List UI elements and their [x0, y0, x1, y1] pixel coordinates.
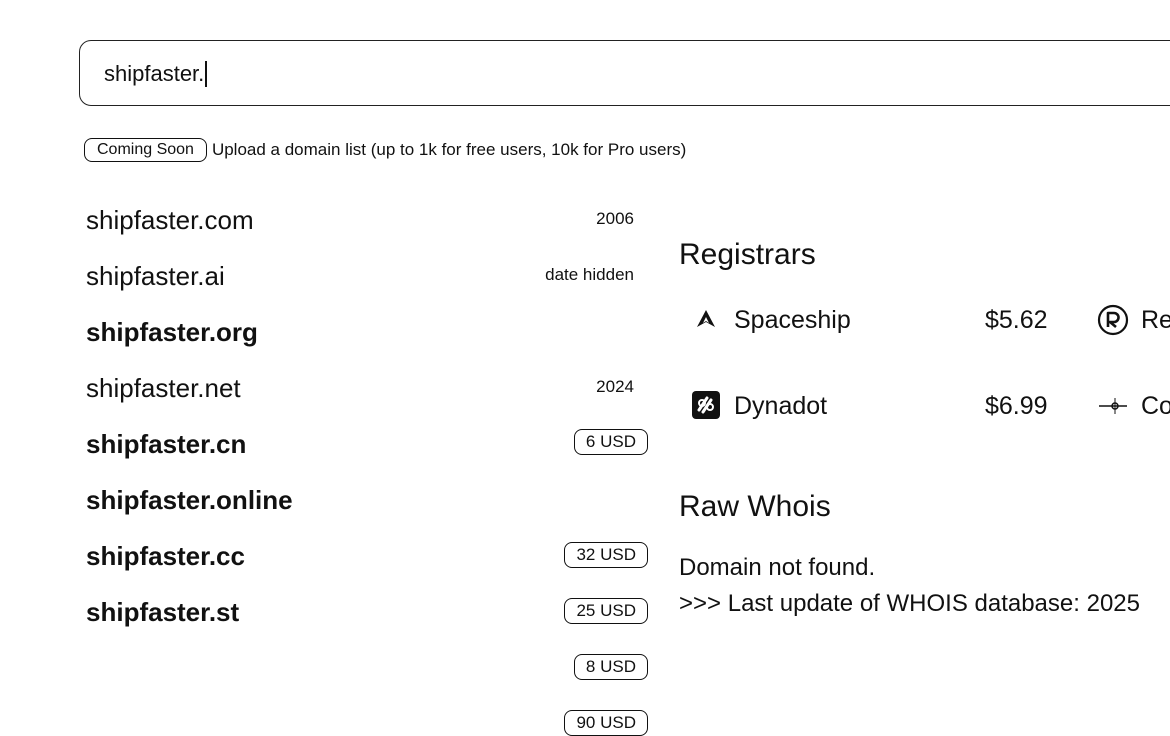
registrar-name-secondary[interactable]: Co — [1141, 392, 1170, 421]
upload-description: Upload a domain list (up to 1k for free … — [211, 140, 687, 159]
domain-name[interactable]: shipfaster.com — [86, 205, 254, 236]
domain-row[interactable]: shipfaster.cc 8 USD — [86, 528, 650, 680]
text-caret — [205, 61, 207, 87]
domain-name[interactable]: shipfaster.online — [86, 485, 293, 516]
whois-line: Domain not found. — [679, 554, 876, 581]
price-badge[interactable]: 8 USD — [573, 654, 648, 680]
domain-row[interactable]: shipfaster.org 6 USD — [86, 304, 650, 455]
domain-row[interactable]: shipfaster.st 90 USD — [86, 584, 650, 736]
dynadot-logo-icon — [692, 391, 720, 419]
domain-name[interactable]: shipfaster.net — [86, 373, 241, 404]
registration-year: 2006 — [596, 209, 634, 228]
domain-name[interactable]: shipfaster.cc — [86, 541, 245, 572]
domain-row[interactable]: shipfaster.ai date hidden — [86, 248, 650, 304]
registration-date-hidden: date hidden — [545, 265, 634, 284]
domain-results-list: shipfaster.com 2006 shipfaster.ai date h… — [86, 192, 650, 736]
registrar-co-logo-icon — [1099, 398, 1127, 414]
domain-name[interactable]: shipfaster.ai — [86, 261, 225, 292]
registrar-name[interactable]: Dynadot — [734, 392, 827, 421]
registrar-price: $5.62 — [985, 306, 1048, 334]
spaceship-logo-icon — [697, 310, 715, 327]
domain-row[interactable]: shipfaster.com 2006 — [86, 192, 650, 248]
domain-row[interactable]: shipfaster.online 25 USD — [86, 472, 650, 624]
domain-search-input[interactable]: shipfaster. — [79, 40, 1170, 106]
registrar-price: $6.99 — [985, 392, 1048, 420]
domain-row[interactable]: shipfaster.cn 32 USD — [86, 416, 650, 568]
domain-name[interactable]: shipfaster.st — [86, 597, 239, 628]
coming-soon-badge: Coming Soon — [84, 138, 207, 162]
upload-domain-list-row: Coming Soon Upload a domain list (up to … — [84, 137, 686, 163]
raw-whois-heading: Raw Whois — [679, 490, 831, 523]
registrars-heading: Registrars — [679, 238, 816, 271]
price-badge[interactable]: 90 USD — [564, 710, 648, 736]
registration-year: 2024 — [596, 377, 634, 396]
registrar-r-logo-icon — [1097, 304, 1129, 336]
registrar-row[interactable]: Dynadot $6.99 Co — [691, 388, 1170, 428]
whois-line: >>> Last update of WHOIS database: 2025 — [679, 590, 1140, 617]
search-value[interactable]: shipfaster. — [104, 61, 207, 87]
registrar-row[interactable]: Spaceship $5.62 Re — [691, 302, 1170, 342]
domain-row[interactable]: shipfaster.net 2024 — [86, 360, 650, 416]
domain-name[interactable]: shipfaster.org — [86, 317, 258, 348]
registrar-name-secondary[interactable]: Re — [1141, 306, 1170, 335]
registrar-name[interactable]: Spaceship — [734, 306, 851, 335]
domain-name[interactable]: shipfaster.cn — [86, 429, 246, 460]
